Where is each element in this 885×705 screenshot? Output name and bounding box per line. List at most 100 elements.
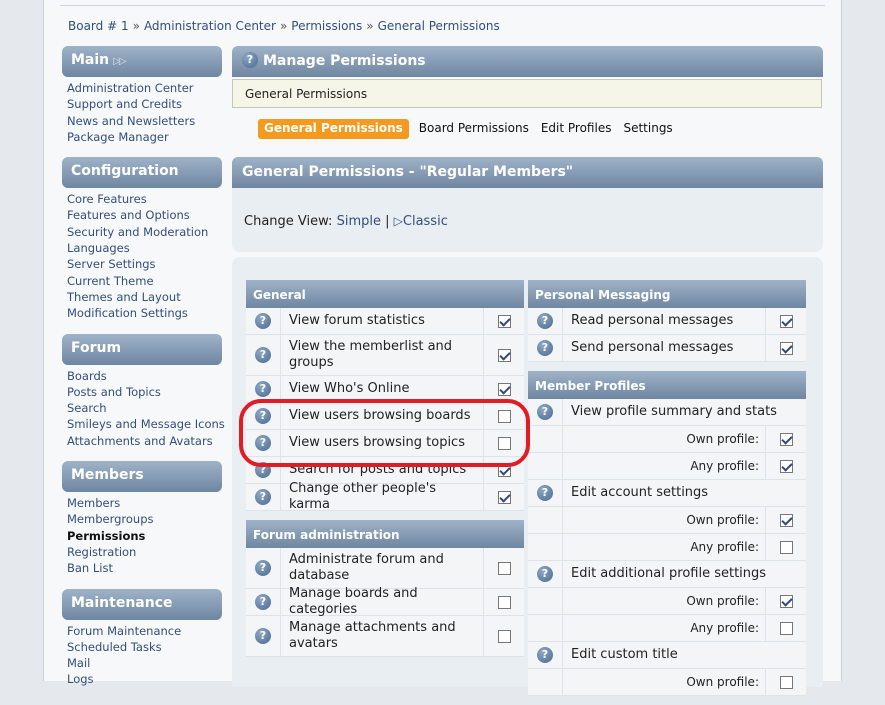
sidebar-item-current-theme[interactable]: Current Theme <box>67 273 222 289</box>
sidebar-heading-forum[interactable]: Forum <box>62 333 222 365</box>
sidebar-heading-members[interactable]: Members <box>62 461 222 493</box>
sidebar-item-members[interactable]: Members <box>67 495 222 511</box>
help-icon[interactable]: ? <box>255 489 271 505</box>
help-icon[interactable]: ? <box>537 566 553 582</box>
sidebar-item-boards[interactable]: Boards <box>67 368 222 384</box>
permission-subrow: Own profile: <box>528 426 806 453</box>
sidebar-item-ban-list[interactable]: Ban List <box>67 560 222 576</box>
permission-subrow: Any profile: <box>528 534 806 561</box>
permission-checkbox[interactable] <box>497 348 511 362</box>
right-permission-column: Personal Messaging? Read personal message… <box>528 280 806 705</box>
tab-edit-profiles[interactable]: Edit Profiles <box>535 119 618 139</box>
sidebar-item-themes-and-layout[interactable]: Themes and Layout <box>67 289 222 305</box>
view-simple-link[interactable]: Simple <box>337 214 381 229</box>
permission-checkbox[interactable] <box>779 341 793 355</box>
permission-label: View users browsing topics <box>281 430 484 456</box>
sidebar-item-core-features[interactable]: Core Features <box>67 191 222 207</box>
help-icon[interactable]: ? <box>255 313 271 329</box>
tab-board-permissions[interactable]: Board Permissions <box>413 119 535 139</box>
permission-checkbox[interactable] <box>497 463 511 477</box>
sidebar-item-languages[interactable]: Languages <box>67 240 222 256</box>
sidebar-item-permissions[interactable]: Permissions <box>67 528 222 544</box>
sidebar-item-membergroups[interactable]: Membergroups <box>67 511 222 527</box>
sidebar-item-mail[interactable]: Mail <box>67 655 222 671</box>
help-icon[interactable]: ? <box>255 381 271 397</box>
sidebar-item-forum-maintenance[interactable]: Forum Maintenance <box>67 623 222 639</box>
permission-label: Own profile: <box>563 669 766 695</box>
permission-checkbox[interactable] <box>779 432 793 446</box>
sidebar-item-administration-center[interactable]: Administration Center <box>67 80 222 96</box>
view-classic-link[interactable]: Classic <box>403 214 448 229</box>
tab-settings[interactable]: Settings <box>617 119 678 139</box>
sidebar-item-posts-and-topics[interactable]: Posts and Topics <box>67 384 222 400</box>
permission-checkbox[interactable] <box>779 594 793 608</box>
permission-checkbox[interactable] <box>779 513 793 527</box>
permission-checkbox[interactable] <box>497 490 511 504</box>
sidebar-section-configuration: Configuration Core Features Features and O… <box>62 157 222 321</box>
permission-row: ? Change other people's karma <box>246 481 524 512</box>
sidebar-item-news-and-newsletters[interactable]: News and Newsletters <box>67 113 222 129</box>
permission-row: ? Edit custom title <box>528 642 806 669</box>
help-icon[interactable]: ? <box>537 340 553 356</box>
help-icon[interactable]: ? <box>255 435 271 451</box>
help-icon[interactable]: ? <box>255 560 271 576</box>
permission-checkbox[interactable] <box>779 675 793 689</box>
help-icon[interactable]: ? <box>537 404 553 420</box>
sidebar-item-scheduled-tasks[interactable]: Scheduled Tasks <box>67 639 222 655</box>
sidebar-item-modification-settings[interactable]: Modification Settings <box>67 305 222 321</box>
sidebar-item-registration[interactable]: Registration <box>67 544 222 560</box>
permission-label: Send personal messages <box>563 335 766 361</box>
permission-checkbox[interactable] <box>497 595 511 609</box>
permission-label: Any profile: <box>563 534 766 560</box>
sidebar-item-support-and-credits[interactable]: Support and Credits <box>67 96 222 112</box>
help-icon[interactable]: ? <box>537 647 553 663</box>
permission-label: View Who's Online <box>281 376 484 402</box>
sidebar-item-features-and-options[interactable]: Features and Options <box>67 207 222 223</box>
help-icon[interactable]: ? <box>537 485 553 501</box>
permission-checkbox[interactable] <box>497 382 511 396</box>
permission-label: View users browsing boards <box>281 403 484 429</box>
breadcrumb-item-permissions[interactable]: Permissions <box>291 19 362 33</box>
help-icon[interactable]: ? <box>255 408 271 424</box>
breadcrumb-item-admin-center[interactable]: Administration Center <box>144 19 276 33</box>
tab-general-permissions[interactable]: General Permissions <box>258 119 409 139</box>
permission-checkbox[interactable] <box>779 459 793 473</box>
permission-row: ? View Who's Online <box>246 376 524 403</box>
sidebar-item-security-and-moderation[interactable]: Security and Moderation <box>67 224 222 240</box>
help-icon[interactable]: ? <box>255 347 271 363</box>
help-icon[interactable]: ? <box>537 313 553 329</box>
help-icon[interactable]: ? <box>255 462 271 478</box>
category-header-forum-administration: Forum administration <box>246 520 524 548</box>
help-icon[interactable]: ? <box>255 628 271 644</box>
permission-checkbox[interactable] <box>497 629 511 643</box>
double-chevron-icon[interactable]: ▷▷ <box>113 56 126 67</box>
permission-checkbox[interactable] <box>779 621 793 635</box>
change-view-label: Change View: <box>244 214 333 229</box>
help-icon[interactable]: ? <box>255 594 271 610</box>
permission-checkbox[interactable] <box>779 314 793 328</box>
sidebar-item-server-settings[interactable]: Server Settings <box>67 256 222 272</box>
permission-label: Edit additional profile settings <box>571 566 767 581</box>
permission-label: Own profile: <box>563 507 766 533</box>
sidebar-heading-maintenance[interactable]: Maintenance <box>62 588 222 620</box>
sidebar-item-attachments-and-avatars[interactable]: Attachments and Avatars <box>67 433 222 449</box>
permission-checkbox[interactable] <box>497 561 511 575</box>
breadcrumb-item-board[interactable]: Board # 1 <box>68 19 129 33</box>
header-description: General Permissions <box>232 79 822 108</box>
sidebar-item-smileys-and-message-icons[interactable]: Smileys and Message Icons <box>67 416 225 432</box>
help-icon[interactable]: ? <box>242 51 258 68</box>
sidebar-item-logs[interactable]: Logs <box>67 671 222 687</box>
sidebar-heading-configuration[interactable]: Configuration <box>62 157 222 189</box>
sidebar-heading-main[interactable]: Main ▷▷ <box>62 46 222 77</box>
permission-checkbox[interactable] <box>497 314 511 328</box>
permission-checkbox[interactable] <box>779 540 793 554</box>
sidebar-item-search[interactable]: Search <box>67 400 222 416</box>
breadcrumb-item-general-permissions[interactable]: General Permissions <box>378 19 500 33</box>
category-header-member-profiles: Member Profiles <box>528 371 806 399</box>
permission-checkbox[interactable] <box>497 409 511 423</box>
category-header-personal-messaging: Personal Messaging <box>528 280 806 308</box>
permission-label: Manage attachments and avatars <box>281 616 484 656</box>
admin-sidebar: Main ▷▷ Administration Center Support and C… <box>62 46 225 700</box>
sidebar-item-package-manager[interactable]: Package Manager <box>67 129 222 145</box>
permission-checkbox[interactable] <box>497 436 511 450</box>
